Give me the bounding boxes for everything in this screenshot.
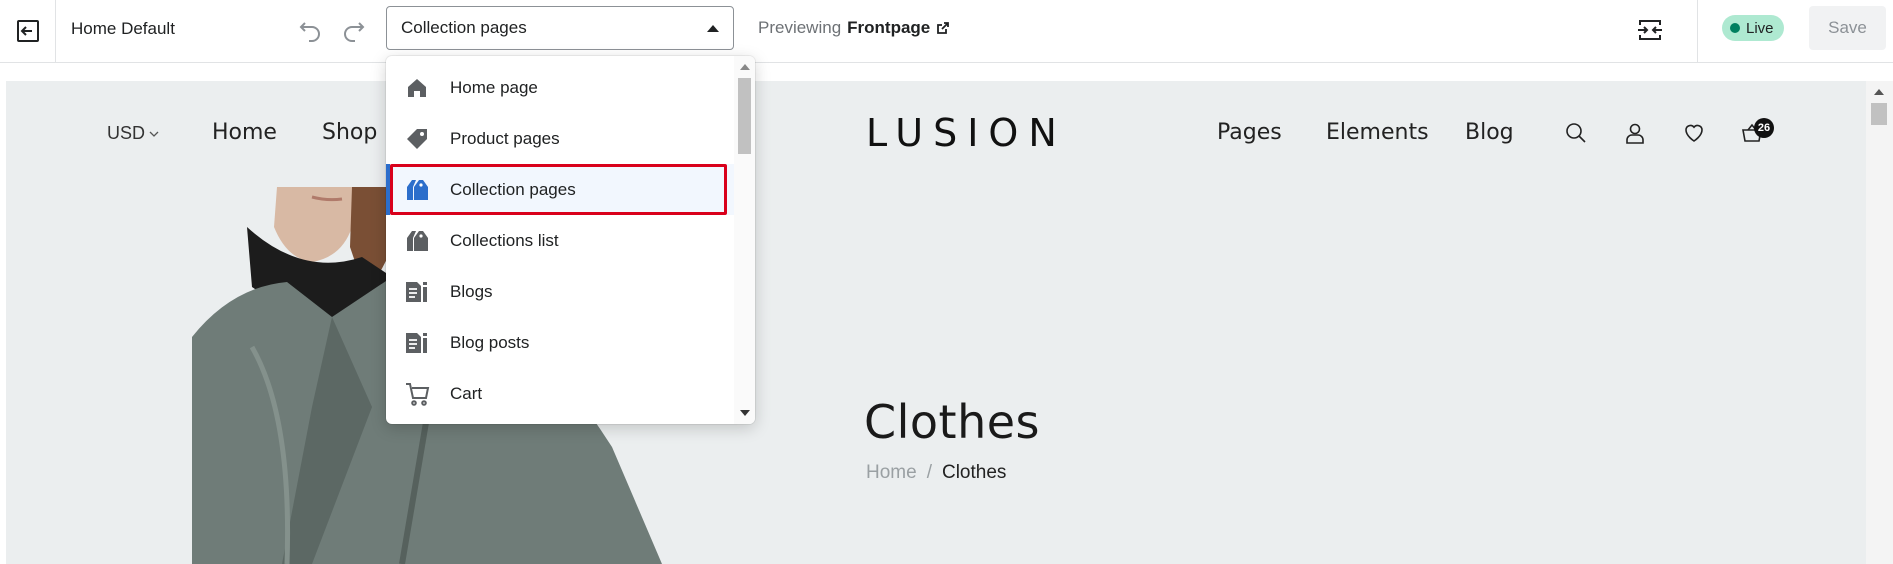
account-icon[interactable] [1621,119,1649,147]
dropdown-item-label: Blog posts [450,332,530,352]
dropdown-item-label: Collections list [450,230,559,250]
viewport-toggle-button[interactable] [1632,12,1668,48]
collection-icon [404,177,430,203]
resize-icon [1638,20,1662,40]
redo-icon [344,22,365,42]
exit-icon [16,20,39,42]
dropdown-item-blogs[interactable]: Blogs [386,266,734,317]
previewing-target-link[interactable]: Frontpage [847,18,930,38]
preview-scrollbar[interactable] [1866,81,1893,564]
dropdown-item-label: Blogs [450,281,493,301]
live-dot-icon [1730,23,1740,33]
page-select-value: Collection pages [401,18,527,37]
dropdown-item-label: Home page [450,77,538,97]
status-badge-label: Live [1746,19,1774,37]
collection-icon [404,228,430,254]
editor-topbar: Home Default Collection pages Previewing… [0,0,1893,63]
collection-hero: Clothes Home / Clothes [6,187,1866,564]
home-icon [404,75,430,101]
cart-icon [404,381,430,407]
nav-link-shop[interactable]: Shop [322,120,377,145]
chevron-down-icon [149,131,159,137]
dropdown-scrollbar-thumb[interactable] [738,78,751,154]
breadcrumb-separator: / [926,462,932,483]
dropdown-item-collections-list[interactable]: Collections list [386,215,734,266]
redo-button[interactable] [336,12,372,48]
tag-icon [404,126,430,152]
dropdown-item-label: Collection pages [450,179,576,199]
dropdown-item-blog-posts[interactable]: Blog posts [386,317,734,368]
page-select[interactable]: Collection pages [386,6,734,50]
wishlist-heart-icon[interactable] [1680,119,1708,147]
nav-link-elements[interactable]: Elements [1326,120,1429,145]
dropdown-scrollbar[interactable] [734,56,755,424]
breadcrumb: Home / Clothes [866,462,1006,484]
dropdown-item-collection-pages[interactable]: Collection pages [386,164,734,215]
store-logo[interactable]: LUSION [866,111,1067,155]
breadcrumb-home-link[interactable]: Home [866,462,917,484]
scroll-down-arrow-icon[interactable] [740,410,750,416]
undo-button[interactable] [292,12,328,48]
cart-count-badge: 26 [1754,118,1774,138]
dropdown-item-label: Product pages [450,128,560,148]
external-link-icon[interactable] [936,21,950,35]
dropdown-item-home-page[interactable]: Home page [386,62,734,113]
exit-button[interactable] [0,0,56,62]
store-header: USD Home Shop LUSION Pages Elements Blog… [6,81,1866,187]
previewing-label: Previewing [758,18,842,37]
nav-link-blog[interactable]: Blog [1465,120,1514,145]
dropdown-item-cart[interactable]: Cart [386,368,734,419]
store-preview: USD Home Shop LUSION Pages Elements Blog… [6,81,1866,564]
nav-link-home[interactable]: Home [212,120,277,145]
previewing-info: Previewing Frontpage [758,18,950,38]
dropdown-item-label: Cart [450,383,483,403]
topbar-divider [1697,0,1698,62]
save-button[interactable]: Save [1809,6,1886,50]
collection-title: Clothes [864,395,1040,449]
search-icon[interactable] [1562,119,1590,147]
currency-label: USD [107,123,146,143]
currency-selector[interactable]: USD [107,123,159,144]
scroll-up-arrow-icon[interactable] [740,64,750,70]
breadcrumb-current: Clothes [941,462,1007,483]
dropdown-item-product-pages[interactable]: Product pages [386,113,734,164]
page-type-list: Home page Product pages Collection pages… [386,62,734,419]
page-select-dropdown: Home page Product pages Collection pages… [386,56,755,424]
nav-link-pages[interactable]: Pages [1217,120,1282,145]
blog-icon [404,330,430,356]
chevron-up-icon [707,24,719,32]
status-badge: Live [1722,15,1784,41]
scroll-up-arrow-icon[interactable] [1874,89,1884,95]
scrollbar-thumb[interactable] [1871,103,1887,125]
theme-name: Home Default [71,19,175,38]
undo-icon [299,22,320,42]
blog-icon [404,279,430,305]
